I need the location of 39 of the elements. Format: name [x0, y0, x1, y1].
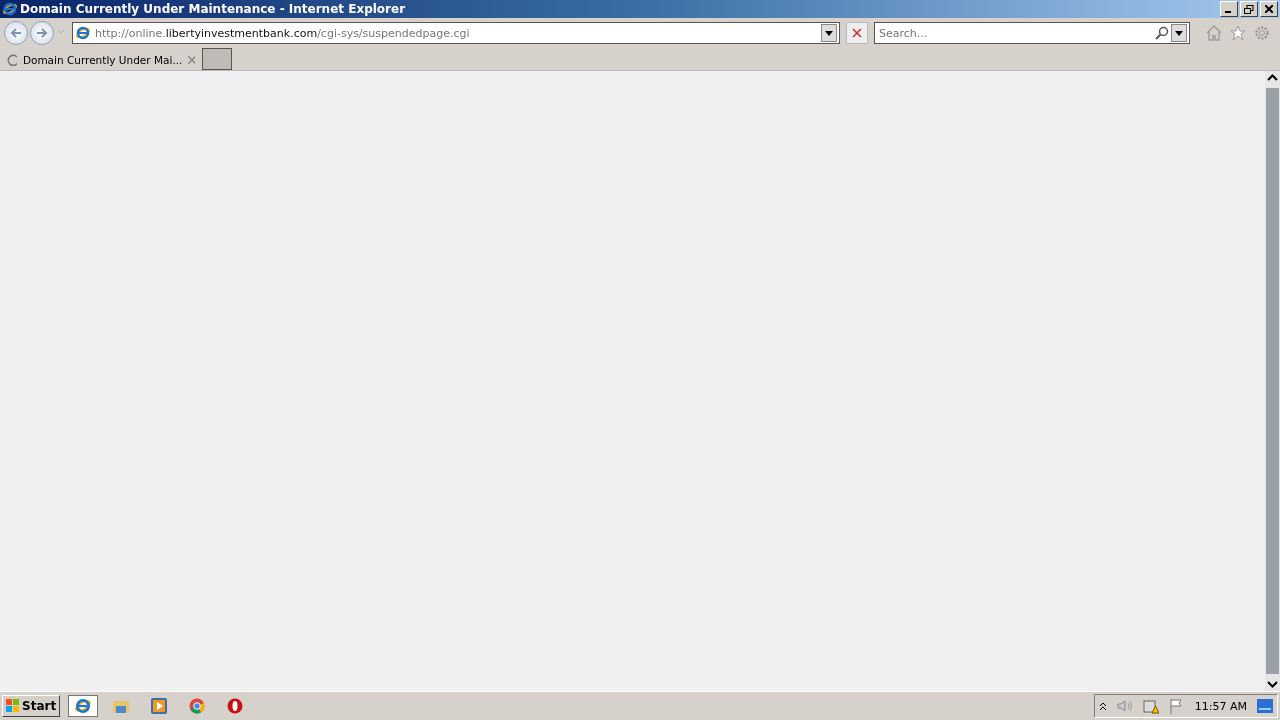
- browser-e-icon: [74, 697, 93, 715]
- clock[interactable]: 11:57 AM: [1194, 699, 1247, 713]
- tab-title: Domain Currently Under Mai...: [22, 54, 183, 66]
- arrow-left-icon[interactable]: [10, 28, 22, 38]
- scrollbar[interactable]: [1265, 71, 1280, 691]
- flag-icon[interactable]: [1168, 698, 1185, 714]
- arrow-right-icon[interactable]: [36, 28, 48, 38]
- taskbar-app[interactable]: [68, 695, 99, 717]
- minimize-button[interactable]: [1220, 1, 1238, 17]
- search-bar[interactable]: Search...: [874, 22, 1190, 44]
- scroll-thumb[interactable]: [1266, 88, 1279, 674]
- folder-icon[interactable]: [113, 699, 130, 713]
- show-desktop-icon[interactable]: [1257, 699, 1273, 713]
- network-warning-icon[interactable]: [1142, 698, 1159, 714]
- close-icon[interactable]: [1265, 5, 1273, 13]
- browser-e-icon: [2, 1, 18, 17]
- forward-button[interactable]: [30, 21, 54, 45]
- browser-ball-icon[interactable]: [189, 698, 206, 714]
- dropdown-button[interactable]: [821, 24, 837, 42]
- address-field[interactable]: http://online.libertyinvestmentbank.com/cgi-sys/suspendedpage.cgi: [72, 22, 840, 44]
- close-button[interactable]: [1260, 1, 1278, 17]
- window-title: Domain Currently Under Maintenance - Internet Explorer: [20, 2, 407, 16]
- browser-e-icon: [75, 25, 91, 41]
- new-tab-button[interactable]: [202, 48, 232, 70]
- star-icon[interactable]: [1230, 25, 1246, 41]
- url-text: http://online.libertyinvestmentbank.com/cgi-sys/suspendedpage.cgi: [95, 26, 470, 40]
- windows-logo-icon: [6, 699, 20, 713]
- dropdown-button[interactable]: [1171, 24, 1187, 42]
- browser-o-icon[interactable]: [227, 698, 244, 714]
- stop-button[interactable]: [846, 22, 868, 44]
- start-button[interactable]: Start: [2, 695, 61, 717]
- search-icon[interactable]: [1155, 26, 1169, 40]
- restore-icon[interactable]: [1244, 4, 1254, 14]
- back-button[interactable]: [4, 21, 28, 45]
- caret-down-icon[interactable]: [825, 30, 833, 36]
- restore-button[interactable]: [1240, 1, 1258, 17]
- chevron-up-icon[interactable]: [1098, 701, 1107, 711]
- media-player-icon[interactable]: [151, 698, 168, 714]
- caret-down-icon[interactable]: [1175, 30, 1183, 36]
